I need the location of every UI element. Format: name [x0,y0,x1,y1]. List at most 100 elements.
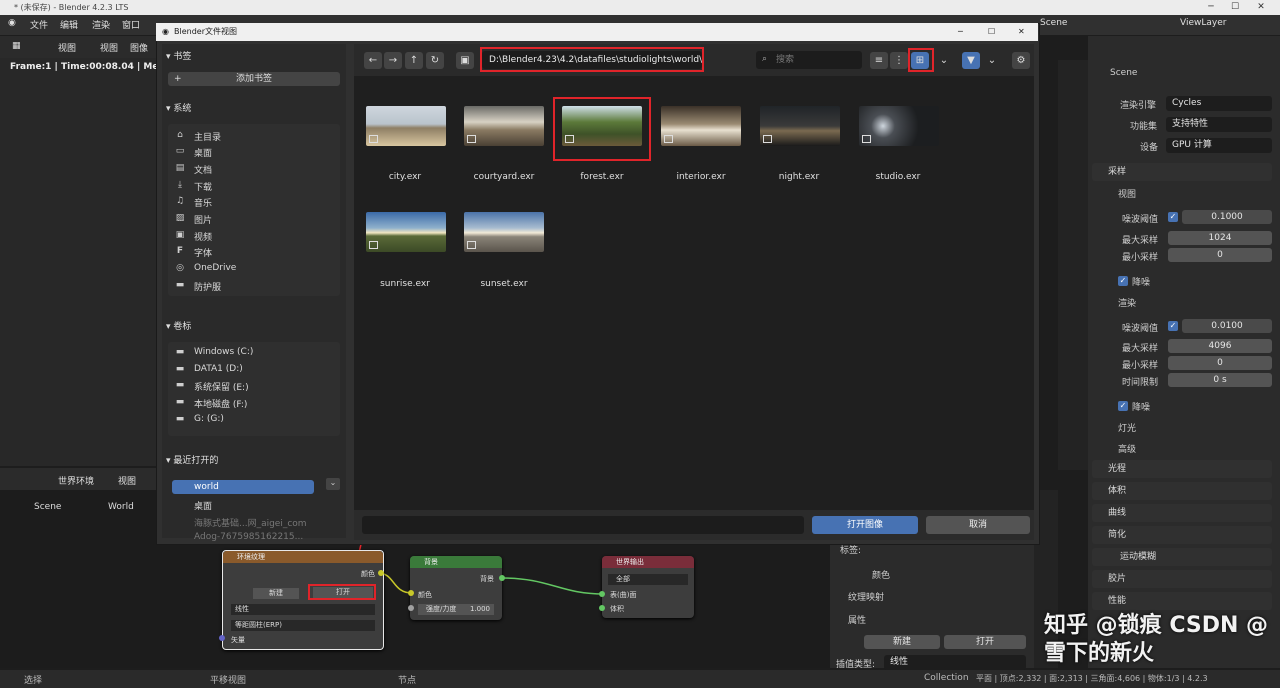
bookmarks-header[interactable]: ▾ 书签 [166,49,191,62]
annotation-view-box [908,48,934,72]
system-item-desktop[interactable]: 桌面 [194,146,212,159]
thumb-sunset[interactable] [464,212,544,252]
background-node[interactable]: 背景 背景 颜色 强度/力度 1.000 [410,556,502,620]
system-item-onedrive[interactable]: OneDrive [194,263,236,273]
drive-icon: ▬ [175,347,185,357]
parent-dir-icon[interactable]: ↑ [405,52,423,69]
display-dropdown-icon[interactable]: ⌄ [935,52,953,69]
file-name-studio[interactable]: studio.exr [849,172,947,182]
system-item-music[interactable]: 音乐 [194,196,212,209]
forward-icon[interactable]: → [384,52,402,69]
bg-strength-field[interactable]: 强度/力度 1.000 [418,604,494,615]
volume-item-e[interactable]: 系统保留 (E:) [194,380,249,393]
cancel-button[interactable]: 取消 [926,516,1030,534]
node-new-button[interactable]: 新建 [864,635,940,649]
thumb-night[interactable] [760,106,840,146]
thumb-sunrise[interactable] [366,212,446,252]
annotation-path-box [480,47,704,72]
recent-item-desktop[interactable]: 桌面 [194,499,212,512]
out-volume-socket[interactable] [599,605,605,611]
download-icon: ⤓ [178,180,182,190]
system-item-fonts[interactable]: 字体 [194,246,212,259]
status-collection: Collection [924,673,969,683]
env-vector-label: 矢量 [231,636,245,644]
thumb-courtyard[interactable] [464,106,544,146]
dialog-close-icon[interactable]: ✕ [1018,23,1025,41]
bg-output-socket[interactable] [499,575,505,581]
recent-dropdown-icon[interactable]: ⌄ [326,478,340,490]
image-icon [369,135,378,143]
node-color-section[interactable]: 颜色 [872,568,890,581]
image-icon [862,135,871,143]
env-interp-dropdown[interactable]: 线性 [231,604,375,615]
settings-gear-icon[interactable]: ⚙ [1012,52,1030,69]
world-output-node[interactable]: 世界输出 全部 表(曲)面 体积 [602,556,694,618]
out-surface-socket[interactable] [599,591,605,597]
file-name-interior[interactable]: interior.exr [652,172,750,182]
env-color-socket[interactable] [378,570,384,576]
recent-item-3[interactable]: 海豚式基础...网_aigei_com [194,516,307,529]
dialog-minimize-icon[interactable]: ─ [958,23,963,41]
drive-icon: ▬ [175,364,185,374]
tex-map-section[interactable]: 纹理映射 [848,590,884,603]
documents-icon: ▤ [175,163,185,173]
env-vector-socket[interactable] [219,635,225,641]
node-open-button[interactable]: 打开 [944,635,1026,649]
system-header[interactable]: ▾ 系统 [166,101,191,114]
add-bookmark-button[interactable]: + 添加书签 [168,72,340,86]
music-icon: ♫ [175,196,185,206]
search-input[interactable]: 搜索 [756,51,862,69]
image-icon [467,241,476,249]
filename-input[interactable] [362,516,804,534]
recent-header[interactable]: ▾ 最近打开的 [166,453,218,466]
add-bookmark-label: 添加书签 [235,74,272,84]
recent-item-4[interactable]: Adog-7675985162215... [194,532,303,542]
system-item-pictures[interactable]: 图片 [194,213,212,226]
blender-small-icon: ◉ [162,27,169,36]
out-target-dropdown[interactable]: 全部 [608,574,688,585]
interp-dropdown[interactable]: 线性 [884,655,1026,670]
volume-item-d[interactable]: DATA1 (D:) [194,364,243,374]
file-name-sunset[interactable]: sunset.exr [455,279,553,289]
file-name-sunrise[interactable]: sunrise.exr [356,279,454,289]
env-texture-node[interactable]: 环境纹理 颜色 新建 打开 线性 等距圆柱(ERP) 矢量 [222,550,384,650]
thumb-interior[interactable] [661,106,741,146]
system-item-documents[interactable]: 文档 [194,163,212,176]
font-icon: F [176,246,184,256]
system-item-folder[interactable]: 防护服 [194,280,221,293]
list-view-icon[interactable]: ≡ [870,52,888,69]
file-name-forest[interactable]: forest.exr [553,172,651,182]
env-new-button[interactable]: 新建 [253,588,299,599]
system-item-home[interactable]: 主目录 [194,130,221,143]
file-name-city[interactable]: city.exr [356,172,454,182]
file-name-night[interactable]: night.exr [750,172,848,182]
out-surface-label: 表(曲)面 [610,591,637,599]
volume-item-c[interactable]: Windows (C:) [194,347,253,357]
system-item-downloads[interactable]: 下载 [194,180,212,193]
dialog-maximize-icon[interactable]: ☐ [988,23,995,41]
detail-view-icon[interactable]: ⋮ [890,52,908,69]
drive-icon: ▬ [175,414,185,424]
thumb-city[interactable] [366,106,446,146]
new-folder-icon[interactable]: ▣ [456,52,474,69]
file-name-courtyard[interactable]: courtyard.exr [455,172,553,182]
filter-icon[interactable]: ▼ [962,52,980,69]
bg-color-label: 颜色 [418,591,432,599]
open-image-button[interactable]: 打开图像 [812,516,918,534]
bg-strength-socket[interactable] [408,605,414,611]
props-section[interactable]: 属性 [848,613,866,626]
thumb-studio[interactable] [859,106,939,146]
bg-color-socket[interactable] [408,590,414,596]
system-item-videos[interactable]: 视频 [194,230,212,243]
volumes-header[interactable]: ▾ 卷标 [166,319,191,332]
volume-item-f[interactable]: 本地磁盘 (F:) [194,397,247,410]
volume-item-g[interactable]: G: (G:) [194,414,224,424]
env-projection-dropdown[interactable]: 等距圆柱(ERP) [231,620,375,631]
back-icon[interactable]: ← [364,52,382,69]
refresh-icon[interactable]: ↻ [426,52,444,69]
out-volume-label: 体积 [610,605,624,613]
filter-dropdown-icon[interactable]: ⌄ [983,52,1001,69]
desktop-icon: ▭ [175,146,185,156]
recent-item-world[interactable]: world [194,482,219,492]
drive-icon: ▬ [175,380,185,390]
